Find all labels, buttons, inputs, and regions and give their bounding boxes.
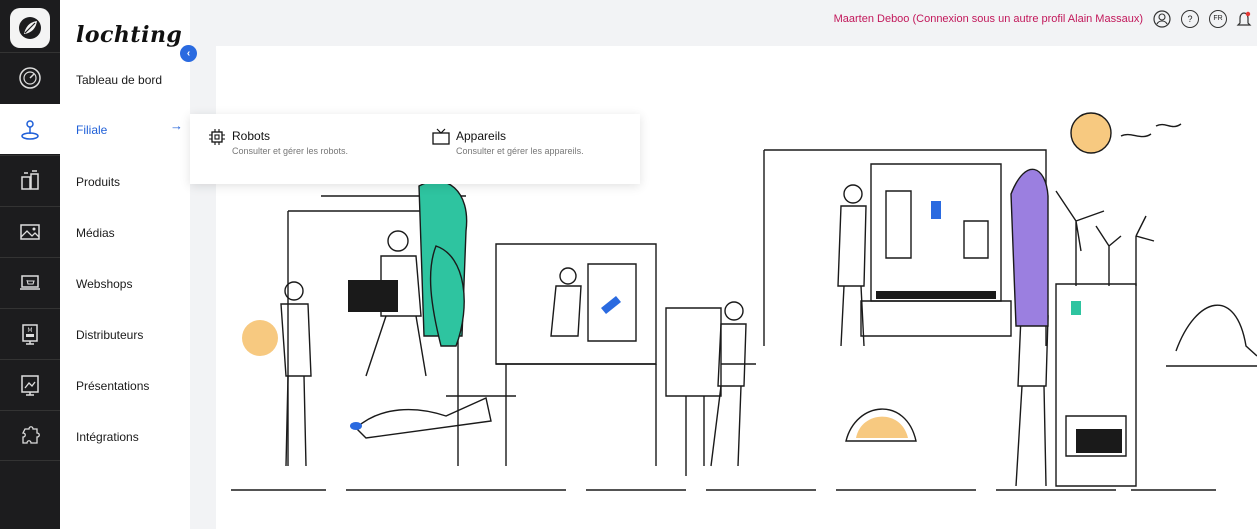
nav-item-media[interactable]: Médias [76,226,115,240]
products-icon [21,169,39,190]
nav-item-dashboard[interactable]: Tableau de bord [76,73,162,87]
brand-logo: lochting [76,22,183,48]
rail-item-webshops[interactable] [0,257,60,307]
dashboard-gauge-icon [19,66,41,89]
presentation-icon [21,374,39,396]
rail-item-integrations[interactable] [0,410,60,460]
user-profile-link[interactable]: Maarten Deboo (Connexion sous un autre p… [834,13,1143,25]
nav-item-filiale[interactable]: Filiale [76,123,107,137]
submenu-robots-desc: Consulter et gérer les robots. [232,146,349,156]
filiale-submenu: Robots Consulter et gérer les robots. Ap… [190,114,640,184]
media-icon [20,223,40,240]
nav-item-products[interactable]: Produits [76,175,120,189]
active-arrow-icon: → [170,118,183,133]
submenu-devices-title: Appareils [456,129,507,143]
rail-item-dashboard[interactable] [0,52,60,102]
user-profile-icon[interactable] [1153,10,1171,28]
rail-footer [0,460,60,529]
distributor-icon: M [22,323,38,345]
location-pin-icon [21,120,39,140]
top-bar: Maarten Deboo (Connexion sous un autre p… [190,0,1257,44]
notification-bell-icon[interactable] [1235,10,1253,28]
rail-item-products[interactable] [0,155,60,205]
nav-item-distributors[interactable]: Distributeurs [76,328,143,342]
side-nav: lochting Tableau de bord Filiale Produit… [60,0,190,529]
nav-item-integrations[interactable]: Intégrations [76,430,139,444]
rail-item-distributors[interactable]: M [0,308,60,358]
svg-text:M: M [27,327,32,334]
rail-item-presentations[interactable] [0,359,60,409]
chip-icon [209,129,225,145]
integrations-puzzle-icon [21,425,40,444]
leaf-logo-icon[interactable] [10,8,50,48]
submenu-robots-title: Robots [232,129,271,143]
webshop-icon [20,274,40,290]
rail-item-filiale[interactable] [0,104,60,154]
help-icon[interactable]: ? [1181,10,1199,28]
icon-rail: M [0,0,60,529]
nav-item-webshops[interactable]: Webshops [76,277,132,291]
language-button[interactable]: FR [1209,10,1227,28]
nav-item-presentations[interactable]: Présentations [76,379,149,393]
submenu-devices-desc: Consulter et gérer les appareils. [456,146,584,156]
rail-item-media[interactable] [0,206,60,256]
tv-icon [432,128,450,145]
collapse-nav-button[interactable]: ‹ [180,45,197,62]
